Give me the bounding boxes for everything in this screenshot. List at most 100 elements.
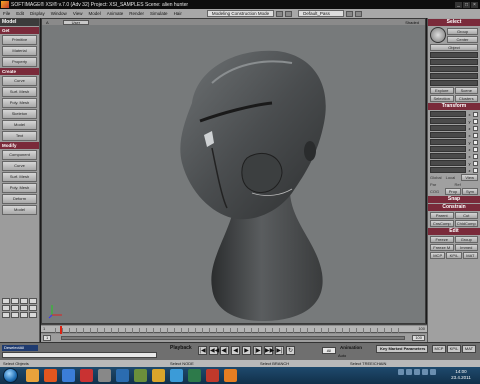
cog-toggle[interactable]: COG	[430, 189, 444, 194]
transform-field[interactable]	[430, 160, 466, 166]
folder-icon[interactable]	[26, 369, 39, 382]
modify-deform-button[interactable]: Deform	[2, 194, 37, 204]
app-icon[interactable]	[188, 369, 201, 382]
clock[interactable]: 14:00 23.4.2011	[444, 369, 478, 381]
modify-curve-button[interactable]: Curve	[2, 161, 37, 171]
transform-field[interactable]	[430, 125, 466, 131]
axis-checkbox[interactable]	[473, 146, 478, 152]
close-button[interactable]: ×	[471, 1, 478, 8]
kp-bottom-tab[interactable]: KP/L	[447, 345, 461, 353]
range-start-field[interactable]: 1	[43, 335, 52, 341]
modify-surf-mesh-button[interactable]: Surf. Mesh	[2, 172, 37, 182]
global-toggle[interactable]: Global	[430, 175, 445, 180]
command-history[interactable]: DeselectAll	[2, 345, 38, 351]
layout-button[interactable]	[2, 312, 10, 318]
kp-tab[interactable]: KP/L	[446, 252, 462, 259]
create-curve-button[interactable]: Curve	[2, 76, 37, 86]
menu-edit[interactable]: Edit	[13, 11, 27, 16]
menu-simulate[interactable]: Simulate	[147, 11, 171, 16]
transform-field[interactable]	[430, 153, 466, 159]
transform-field[interactable]	[430, 111, 466, 117]
construction-mode-select[interactable]: Modeling Construction Mode	[206, 10, 275, 17]
selection-field[interactable]	[430, 80, 478, 86]
key-marked-parameters-button[interactable]: Key Marked Parameters	[376, 345, 428, 353]
photoshop-icon[interactable]	[116, 369, 129, 382]
axis-checkbox[interactable]	[473, 153, 478, 159]
par-toggle[interactable]: Par	[430, 182, 454, 187]
app-icon[interactable]	[134, 369, 147, 382]
maximize-button[interactable]: □	[463, 1, 470, 8]
prop-button[interactable]: Prop	[445, 188, 461, 195]
freeze-button[interactable]: Freeze	[430, 236, 454, 243]
tray-icon[interactable]	[422, 369, 428, 375]
layout-button[interactable]	[20, 305, 28, 311]
toolbar-icon[interactable]	[276, 10, 284, 17]
selection-field[interactable]	[430, 52, 478, 58]
tray-icon[interactable]	[430, 369, 436, 375]
start-button-icon[interactable]	[3, 368, 18, 383]
range-bar[interactable]	[61, 336, 405, 340]
playback-menu[interactable]: Playback	[170, 345, 192, 351]
render-pass-select[interactable]: Default_Pass	[298, 10, 345, 17]
next-key-button[interactable]: |▶	[253, 346, 262, 355]
shading-mode-select[interactable]: Shaded	[405, 20, 419, 25]
axis-checkbox[interactable]	[473, 118, 478, 124]
menu-render[interactable]: Render	[126, 11, 147, 16]
view-toggle[interactable]: View	[461, 174, 479, 181]
app-icon[interactable]	[206, 369, 219, 382]
fast-forward-button[interactable]: ▶▶	[264, 346, 274, 355]
zbrush-icon[interactable]	[98, 369, 111, 382]
layout-button[interactable]	[20, 298, 28, 304]
childcomp-button[interactable]: ChldComp	[454, 220, 478, 227]
softimage-taskbar-icon[interactable]	[224, 369, 237, 382]
mcp-bottom-tab[interactable]: MCP	[432, 345, 446, 353]
cut-button[interactable]: Cut	[454, 212, 478, 219]
tray-icon[interactable]	[406, 369, 412, 375]
viewport-label[interactable]: A	[42, 20, 53, 25]
selection-field[interactable]	[430, 66, 478, 72]
loop-button[interactable]: ↻	[286, 346, 295, 355]
script-command-input[interactable]	[2, 352, 157, 358]
toolbar-title[interactable]: Model	[0, 18, 39, 26]
prev-key-button[interactable]: ◀|	[220, 346, 229, 355]
toolbar-icon[interactable]	[355, 10, 363, 17]
transform-field[interactable]	[430, 118, 466, 124]
mcp-tab[interactable]: MCP	[430, 252, 446, 259]
group-edit-button[interactable]: Group	[454, 236, 478, 243]
menu-display[interactable]: Display	[27, 11, 48, 16]
toolbar-icon[interactable]	[285, 10, 293, 17]
layout-button[interactable]	[2, 305, 10, 311]
clusters-button[interactable]: Clusters	[454, 95, 478, 102]
menu-view[interactable]: View	[70, 11, 86, 16]
layout-button[interactable]	[29, 298, 37, 304]
sym-button[interactable]: Sym	[462, 188, 478, 195]
create-surf-mesh-button[interactable]: Surf. Mesh	[2, 87, 37, 97]
transform-field[interactable]	[430, 139, 466, 145]
first-frame-button[interactable]: |◀	[198, 346, 207, 355]
range-end-field[interactable]: 100	[412, 335, 425, 341]
menu-window[interactable]: Window	[48, 11, 70, 16]
axis-checkbox[interactable]	[473, 167, 478, 173]
app-icon[interactable]	[80, 369, 93, 382]
layout-button[interactable]	[29, 312, 37, 318]
current-frame-cursor[interactable]	[60, 326, 62, 334]
cnscomp-button[interactable]: CnsComp	[430, 220, 454, 227]
alien-hunter-head-model[interactable]	[152, 43, 352, 323]
app-icon[interactable]	[152, 369, 165, 382]
animation-menu[interactable]: Animation	[340, 345, 362, 350]
selection-button[interactable]: Selection	[430, 95, 454, 102]
create-text-button[interactable]: Text	[2, 131, 37, 141]
last-frame-button[interactable]: ▶|	[275, 346, 284, 355]
play-button[interactable]: ▶	[242, 346, 251, 355]
freeze-m-button[interactable]: Freeze M	[430, 244, 454, 251]
app-icon[interactable]	[170, 369, 183, 382]
group-button[interactable]: Group	[447, 27, 478, 35]
create-poly-mesh-button[interactable]: Poly. Mesh	[2, 98, 37, 108]
modify-component-button[interactable]: Component	[2, 150, 37, 160]
parent-button[interactable]: Parent	[430, 212, 454, 219]
transform-field[interactable]	[430, 167, 466, 173]
object-select-button[interactable]: Object	[430, 44, 478, 51]
ref-toggle[interactable]: Ref	[455, 182, 479, 187]
axis-checkbox[interactable]	[473, 139, 478, 145]
menu-model[interactable]: Model	[86, 11, 104, 16]
